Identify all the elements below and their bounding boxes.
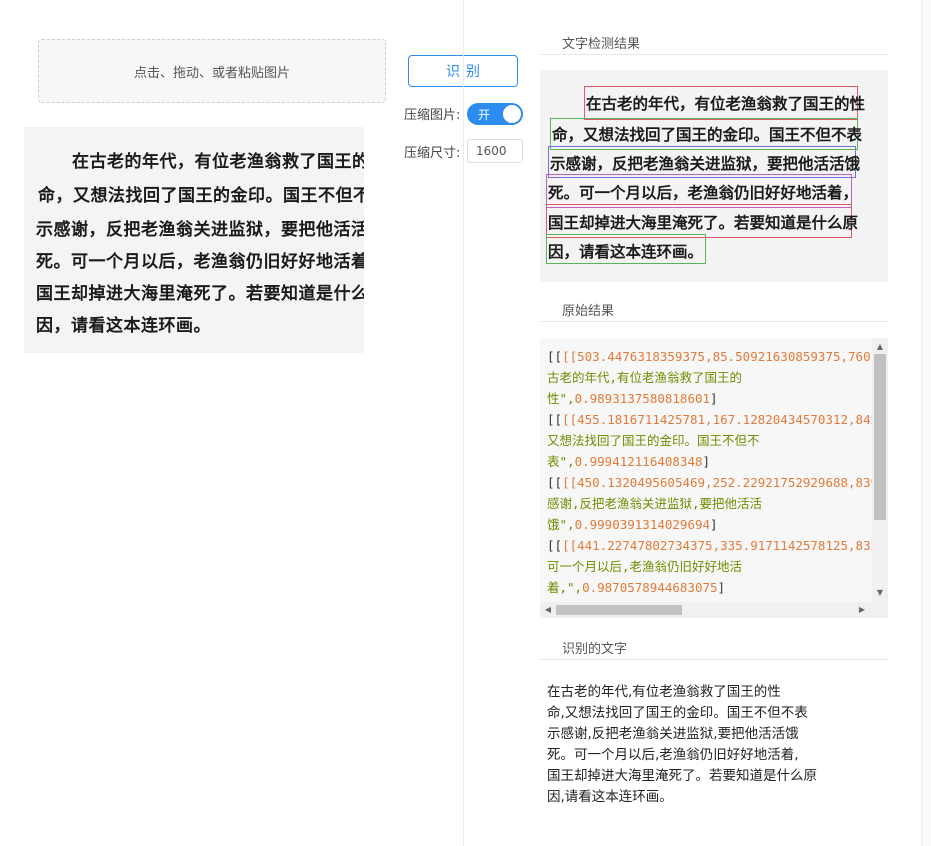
- raw-result-code: [[[[503.4476318359375,85.50921630859375,…: [547, 346, 872, 598]
- recognized-text: 在古老的年代,有位老渔翁救了国王的性 命,又想法找回了国王的金印。国王不但不表 …: [547, 682, 847, 808]
- scroll-up-icon[interactable]: ▲: [872, 340, 888, 354]
- detection-result-image: 在古老的年代，有位老渔翁救了国王的性 命，又想法找回了国王的金印。国王不但不表 …: [540, 70, 888, 282]
- raw-horizontal-scrollbar[interactable]: ◀ ▶: [540, 602, 888, 618]
- detection-section-header: 文字检测结果: [540, 33, 888, 55]
- detected-line: 命，又想法找回了国王的金印。国王不但不表: [552, 125, 863, 144]
- recognized-line: 命,又想法找回了国王的金印。国王不但不表: [547, 705, 808, 721]
- recognized-line: 在古老的年代,有位老渔翁救了国王的性: [547, 684, 781, 700]
- source-line: 国王却掉进大海里淹死了。若要知道是什么原: [36, 284, 364, 304]
- detected-line: 国王却掉进大海里淹死了。若要知道是什么原: [548, 213, 859, 232]
- image-upload-dropzone[interactable]: 点击、拖动、或者粘贴图片: [38, 39, 386, 103]
- source-line: 因，请看这本连环画。: [36, 316, 211, 336]
- raw-row: [[[[455.1816711425781,167.12820434570312…: [547, 409, 872, 430]
- raw-section-title: 原始结果: [562, 304, 615, 319]
- source-line: 在古老的年代，有位老渔翁救了国王的性: [72, 152, 364, 172]
- raw-text: 感谢,反把老渔翁关进监狱,要把他活活: [547, 496, 763, 511]
- compress-image-label: 压缩图片:: [404, 108, 461, 123]
- source-image: 在古老的年代，有位老渔翁救了国王的性 命，又想法找回了国王的金印。国王不但不表 …: [24, 127, 364, 353]
- raw-row: [[[[503.4476318359375,85.50921630859375,…: [547, 346, 872, 367]
- raw-text: 古老的年代,有位老渔翁救了国王的: [547, 370, 743, 385]
- detected-line: 因，请看这本连环画。: [548, 242, 704, 261]
- raw-coords: [[503.4476318359375,85.50921630859375,76…: [562, 349, 872, 364]
- horizontal-scroll-thumb[interactable]: [556, 605, 682, 615]
- compress-size-label: 压缩尺寸:: [404, 146, 461, 161]
- recognized-line: 示感谢,反把老渔翁关进监狱,要把他活活饿: [547, 726, 799, 742]
- source-line: 命，又想法找回了国王的金印。国王不但不表: [38, 186, 364, 206]
- recognized-line: 国王却掉进大海里淹死了。若要知道是什么原: [547, 768, 817, 784]
- recognized-line: 因,请看这本连环画。: [547, 789, 673, 805]
- raw-row-end: 性",0.9893137580818601]: [547, 391, 718, 406]
- raw-coords: [[455.1816711425781,167.12820434570312,8…: [562, 412, 872, 427]
- raw-section-header: 原始结果: [540, 300, 888, 322]
- recognized-line: 死。可一个月以后,老渔翁仍旧好好地活着,: [547, 747, 799, 763]
- recognized-section-header: 识别的文字: [540, 638, 888, 660]
- scroll-right-icon[interactable]: ▶: [854, 602, 870, 618]
- upload-hint: 点击、拖动、或者粘贴图片: [133, 65, 290, 81]
- column-divider: [463, 0, 464, 846]
- raw-row-end: 饿",0.9990391314029694]: [547, 517, 718, 532]
- raw-row-end: 表",0.999412116408348]: [547, 454, 711, 469]
- toggle-on-text: 开: [478, 108, 491, 122]
- raw-coords: [[450.1320495605469,252.22921752929688,8…: [562, 475, 872, 490]
- raw-row-end: 着,",0.9870578944683075]: [547, 580, 726, 595]
- detected-line: 示感谢，反把老渔翁关进监狱，要把他活活饿: [550, 154, 861, 173]
- raw-row: [[[[450.1320495605469,252.22921752929688…: [547, 472, 872, 493]
- raw-vertical-scrollbar[interactable]: ▲ ▼: [872, 338, 888, 602]
- compress-image-toggle[interactable]: 开: [467, 103, 523, 125]
- scroll-left-icon[interactable]: ◀: [540, 602, 556, 618]
- source-line: 示感谢，反把老渔翁关进监狱，要把他活活饿: [36, 220, 364, 240]
- raw-coords: [[441.22747802734375,335.9171142578125,8…: [562, 538, 872, 553]
- detected-line: 死。可一个月以后，老渔翁仍旧好好地活着，: [548, 183, 859, 202]
- vertical-scroll-thumb[interactable]: [874, 354, 886, 520]
- source-line: 死。可一个月以后，老渔翁仍旧好好地活着，: [36, 252, 364, 272]
- recognized-section-title: 识别的文字: [562, 642, 628, 657]
- detection-section-title: 文字检测结果: [562, 37, 641, 52]
- raw-row: [[[[441.22747802734375,335.9171142578125…: [547, 535, 872, 556]
- scroll-down-icon[interactable]: ▼: [872, 586, 888, 600]
- raw-result-panel[interactable]: [[[[503.4476318359375,85.50921630859375,…: [540, 338, 888, 618]
- raw-text: 可一个月以后,老渔翁仍旧好好地活: [547, 559, 743, 574]
- detected-line: 在古老的年代，有位老渔翁救了国王的性: [586, 94, 866, 113]
- raw-text: 又想法找回了国王的金印。国王不但不: [547, 433, 760, 448]
- compress-size-input[interactable]: [467, 139, 523, 163]
- toggle-knob: [503, 105, 521, 123]
- page-scrollbar[interactable]: [921, 0, 931, 846]
